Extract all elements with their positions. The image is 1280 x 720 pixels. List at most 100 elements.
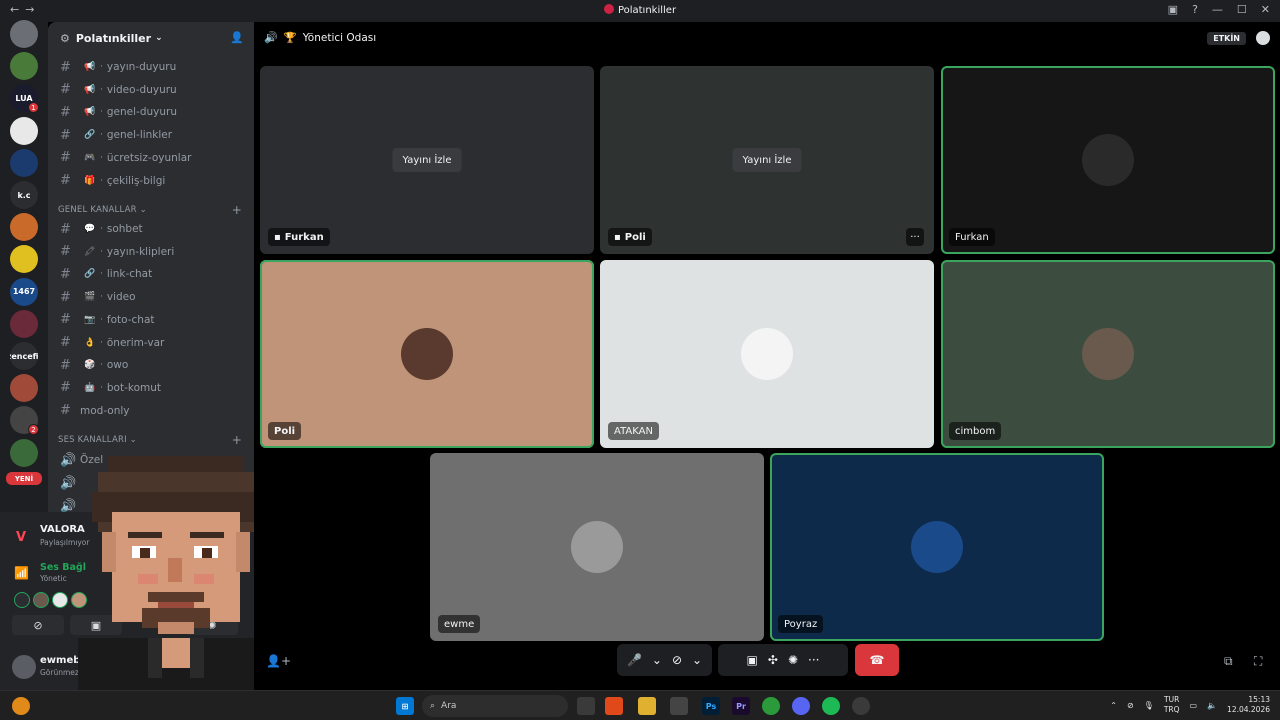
brave-icon[interactable] (605, 697, 623, 715)
activity-controls: ▣ ✣ ✺ ··· (718, 644, 848, 676)
channel-genel-linkler[interactable]: # 🔗 · genel-linkler (56, 125, 246, 145)
microphone-icon[interactable]: 🎤 (627, 653, 642, 667)
server-kc[interactable]: k.c (10, 181, 38, 209)
chat-icon[interactable] (1256, 31, 1270, 45)
channel-çekiliş-bilgi[interactable]: # 🎁 · çekiliş-bilgi (56, 171, 246, 191)
server-1467[interactable]: 1467 (10, 277, 38, 306)
maximize-icon[interactable]: ☐ (1237, 3, 1247, 16)
chevron-up-icon[interactable]: ⌃ (1110, 701, 1117, 710)
server-11[interactable]: zencefil (10, 342, 38, 370)
server-8[interactable] (10, 245, 38, 274)
activities-icon[interactable]: ✣ (768, 653, 778, 667)
separator-dot: · (100, 175, 103, 186)
tile-poli[interactable]: Poli (260, 260, 594, 448)
hashtag-icon: # (60, 221, 71, 237)
photoshop-icon[interactable]: Ps (702, 697, 720, 715)
hashtag-icon: # (60, 127, 71, 143)
server-7[interactable] (10, 213, 38, 242)
inbox-icon[interactable]: ▣ (1168, 3, 1178, 16)
start-icon[interactable]: ⊞ (396, 697, 414, 715)
file-explorer-icon[interactable] (638, 697, 656, 715)
channel-owo[interactable]: # 🎲 · owo (56, 355, 246, 375)
screen-share-icon[interactable]: ▣ (747, 653, 758, 667)
tile-ewme[interactable]: ewme (430, 453, 764, 641)
notification-badge: 1 (28, 102, 39, 114)
spotify-icon[interactable] (822, 697, 840, 715)
close-icon[interactable]: ✕ (1261, 3, 1270, 16)
tile-poli-stream[interactable]: Yayını İzle ▪ Poli ··· (600, 66, 934, 254)
minimize-icon[interactable]: — (1212, 3, 1223, 16)
channel-bot-komut[interactable]: # 🤖 · bot-komut (56, 378, 246, 398)
tile-atakan[interactable]: ATAKAN (600, 260, 934, 448)
watch-stream-button[interactable]: Yayını İzle (732, 148, 802, 172)
tile-cimbom[interactable]: cimbom (941, 260, 1275, 448)
channel-mod-only[interactable]: # mod-only (56, 401, 246, 421)
language-indicator[interactable]: TUR TRQ (1164, 695, 1180, 715)
server-14[interactable] (10, 438, 38, 467)
discord-icon[interactable] (792, 697, 810, 715)
watch-stream-button[interactable]: Yayını İzle (392, 148, 462, 172)
server-12[interactable] (10, 374, 38, 403)
channel-link-chat[interactable]: # 🔗 · link-chat (56, 264, 246, 284)
soundboard-icon[interactable]: ✺ (788, 653, 798, 667)
more-options-button[interactable]: ··· (906, 228, 924, 246)
channel-genel-duyuru[interactable]: # 📢 · genel-duyuru (56, 102, 246, 122)
popout-icon[interactable]: ⧉ (1224, 654, 1233, 669)
add-voice-channel-icon[interactable]: + (232, 433, 242, 447)
channel-yayın-duyuru[interactable]: # 📢 · yayın-duyuru (56, 57, 246, 77)
activity-toggle[interactable]: ETKİN (1207, 31, 1246, 45)
server-4[interactable] (10, 116, 38, 145)
camera-toggle-button[interactable]: ⊘ (12, 615, 64, 635)
more-icon[interactable]: ··· (808, 653, 819, 667)
add-channel-icon[interactable]: + (232, 203, 242, 217)
store-icon[interactable] (670, 697, 688, 715)
channel-video-duyuru[interactable]: # 📢 · video-duyuru (56, 80, 246, 100)
valorant-icon: V (16, 530, 27, 545)
channel-emoji: 🎲 (84, 360, 96, 371)
channel-yayın-klipleri[interactable]: # 🖍 · yayın-klipleri (56, 242, 246, 262)
separator-dot: · (100, 292, 103, 303)
tile-furkan[interactable]: Furkan (941, 66, 1275, 254)
display-icon[interactable]: ▭ (1190, 701, 1198, 710)
help-icon[interactable]: ? (1192, 3, 1198, 16)
chevron-down-icon[interactable]: ⌄ (652, 653, 662, 667)
weather-icon[interactable] (12, 697, 30, 715)
hashtag-icon: # (60, 59, 71, 75)
task-view-icon[interactable] (577, 697, 595, 715)
volume-icon[interactable]: 🔈 (1207, 701, 1217, 710)
server-2[interactable] (10, 52, 38, 81)
tile-furkan-stream[interactable]: Yayını İzle ▪ Furkan (260, 66, 594, 254)
channel-foto-chat[interactable]: # 📷 · foto-chat (56, 310, 246, 330)
participant-avatar[interactable] (14, 592, 30, 608)
camera-off-icon[interactable]: ⊘ (672, 653, 682, 667)
participant-avatar[interactable] (33, 592, 49, 608)
premiere-icon[interactable]: Pr (732, 697, 750, 715)
fullscreen-icon[interactable]: ⛶ (1254, 654, 1262, 669)
tile-poyraz[interactable]: Poyraz (770, 453, 1104, 641)
category-general[interactable]: GENEL KANALLAR ⌄ + (58, 203, 242, 217)
channel-video[interactable]: # 🎬 · video (56, 287, 246, 307)
network-off-icon[interactable]: ⊘ (1127, 701, 1134, 710)
channel-sohbet[interactable]: # 💬 · sohbet (56, 219, 246, 239)
chrome-icon[interactable] (762, 697, 780, 715)
system-tray: ⌃ ⊘ 🎙 TUR TRQ ▭ 🔈 15:13 12.04.2026 (1110, 695, 1270, 715)
channel-önerim-var[interactable]: # 👌 · önerim-var (56, 333, 246, 353)
separator-dot: · (100, 360, 103, 371)
separator-dot: · (100, 152, 103, 163)
disconnect-button[interactable]: ☎ (855, 644, 899, 676)
taskbar-search[interactable]: ⌕ Ara (422, 695, 568, 717)
server-1[interactable] (10, 20, 38, 48)
invite-icon[interactable]: 👤 (230, 31, 244, 44)
channel-ücretsiz-oyunlar[interactable]: # 🎮 · ücretsiz-oyunlar (56, 148, 246, 168)
steam-icon[interactable] (852, 697, 870, 715)
participant-avatar[interactable] (52, 592, 68, 608)
server-5[interactable] (10, 148, 38, 177)
chevron-down-icon[interactable]: ⌄ (692, 653, 702, 667)
invite-icon[interactable]: 👤+ (266, 654, 291, 668)
server-header[interactable]: ⚙ Polatınkiller ⌄ 👤 (48, 22, 254, 54)
avatar[interactable] (12, 655, 36, 679)
server-10[interactable] (10, 309, 38, 338)
microphone-icon[interactable]: 🎙 (1144, 701, 1154, 710)
category-voice[interactable]: SES KANALLARI ⌄ + (58, 433, 242, 447)
clock[interactable]: 15:13 12.04.2026 (1227, 695, 1270, 715)
